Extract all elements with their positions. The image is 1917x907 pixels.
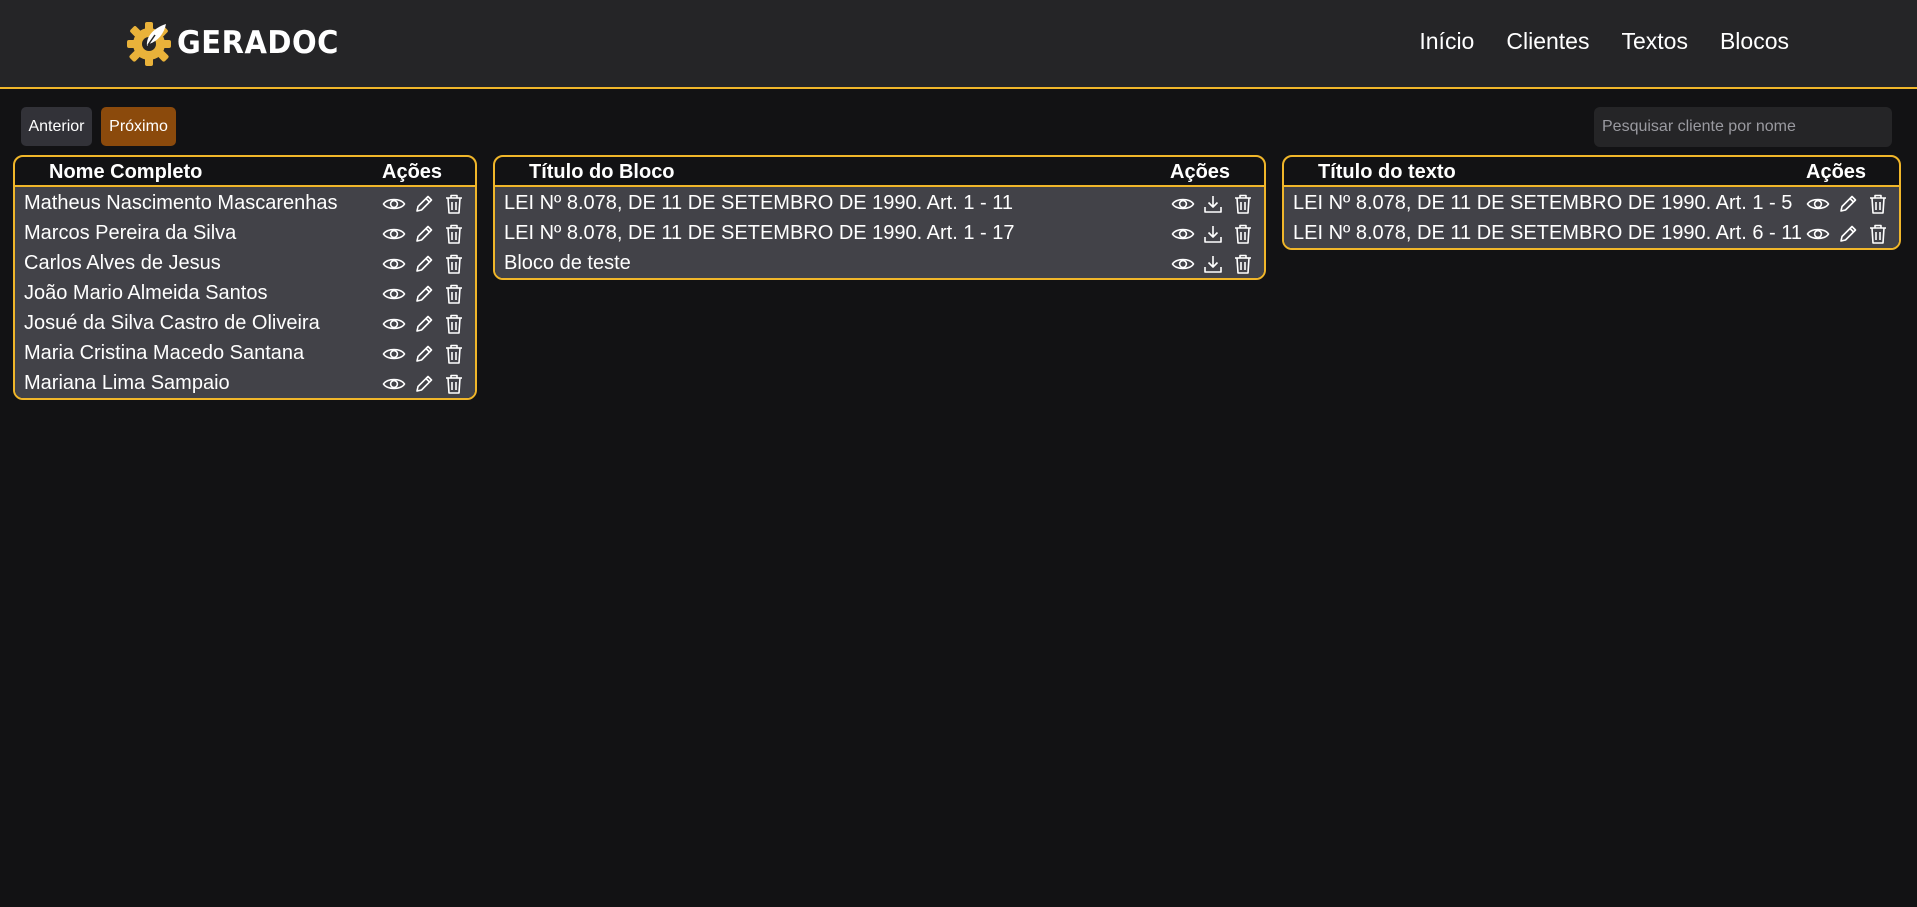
next-page-button[interactable]: Próximo [101, 107, 176, 146]
row-actions [1806, 188, 1899, 215]
eye-icon[interactable] [1806, 193, 1830, 215]
row-actions [382, 308, 475, 335]
eye-icon[interactable] [1171, 223, 1195, 245]
column-header-block-title: Título do Bloco [529, 161, 675, 183]
logo[interactable]: GERADOC [124, 16, 339, 68]
eye-icon[interactable] [382, 343, 406, 365]
nav-clientes[interactable]: Clientes [1506, 28, 1589, 55]
trash-icon[interactable] [442, 193, 466, 215]
eye-icon[interactable] [382, 223, 406, 245]
row-title: LEI Nº 8.078, DE 11 DE SETEMBRO DE 1990.… [1293, 222, 1803, 244]
pencil-icon[interactable] [412, 193, 436, 215]
client-name: Mariana Lima Sampaio [24, 372, 230, 394]
row-actions [382, 248, 475, 275]
table-row: Bloco de teste [495, 248, 1264, 278]
nav-inicio[interactable]: Início [1419, 28, 1474, 55]
previous-page-button[interactable]: Anterior [21, 107, 92, 146]
texts-table: Título do texto Ações LEI Nº 8.078, DE 1… [1282, 155, 1901, 250]
row-actions [1171, 248, 1264, 275]
clients-table: Nome Completo Ações Matheus Nascimento M… [13, 155, 477, 400]
client-name: Marcos Pereira da Silva [24, 222, 237, 244]
table-row: Maria Cristina Macedo Santana [15, 338, 475, 368]
table-body: LEI Nº 8.078, DE 11 DE SETEMBRO DE 1990.… [1284, 187, 1899, 248]
table-body: Matheus Nascimento Mascarenhas Marcos Per… [15, 187, 475, 398]
download-icon[interactable] [1201, 253, 1225, 275]
top-navbar: GERADOC Início Clientes Textos Blocos [0, 0, 1917, 89]
trash-icon[interactable] [442, 343, 466, 365]
table-row: Matheus Nascimento Mascarenhas [15, 188, 475, 218]
pencil-icon[interactable] [412, 223, 436, 245]
pencil-icon[interactable] [412, 283, 436, 305]
trash-icon[interactable] [442, 223, 466, 245]
table-row: LEI Nº 8.078, DE 11 DE SETEMBRO DE 1990.… [1284, 188, 1899, 218]
table-row: Carlos Alves de Jesus [15, 248, 475, 278]
row-actions [382, 188, 475, 215]
table-row: LEI Nº 8.078, DE 11 DE SETEMBRO DE 1990.… [495, 188, 1264, 218]
pencil-icon[interactable] [412, 343, 436, 365]
row-actions [1171, 218, 1264, 245]
trash-icon[interactable] [442, 313, 466, 335]
logo-text: GERADOC [177, 23, 339, 61]
trash-icon[interactable] [1231, 223, 1255, 245]
eye-icon[interactable] [1171, 253, 1195, 275]
pencil-icon[interactable] [1836, 223, 1860, 245]
column-header-actions: Ações [1806, 161, 1867, 183]
table-row: LEI Nº 8.078, DE 11 DE SETEMBRO DE 1990.… [495, 218, 1264, 248]
eye-icon[interactable] [1806, 223, 1830, 245]
eye-icon[interactable] [382, 283, 406, 305]
table-body: LEI Nº 8.078, DE 11 DE SETEMBRO DE 1990.… [495, 187, 1264, 278]
table-header: Título do texto Ações [1284, 157, 1899, 187]
column-header-actions: Ações [1170, 161, 1231, 183]
client-name: Matheus Nascimento Mascarenhas [24, 192, 338, 214]
blocks-table: Título do Bloco Ações LEI Nº 8.078, DE 1… [493, 155, 1266, 280]
table-row: LEI Nº 8.078, DE 11 DE SETEMBRO DE 1990.… [1284, 218, 1899, 248]
column-header-text-title: Título do texto [1318, 161, 1456, 183]
table-header: Nome Completo Ações [15, 157, 475, 187]
row-actions [1806, 218, 1899, 245]
column-header-name: Nome Completo [49, 161, 203, 183]
trash-icon[interactable] [442, 253, 466, 275]
row-title: Bloco de teste [504, 252, 631, 274]
pencil-icon[interactable] [412, 373, 436, 395]
eye-icon[interactable] [1171, 193, 1195, 215]
eye-icon[interactable] [382, 313, 406, 335]
table-row: Mariana Lima Sampaio [15, 368, 475, 398]
row-title: LEI Nº 8.078, DE 11 DE SETEMBRO DE 1990.… [1293, 192, 1793, 214]
row-actions [1171, 188, 1264, 215]
client-search-input[interactable] [1594, 107, 1892, 147]
eye-icon[interactable] [382, 253, 406, 275]
row-actions [382, 218, 475, 245]
nav-textos[interactable]: Textos [1621, 28, 1687, 55]
trash-icon[interactable] [1866, 223, 1890, 245]
trash-icon[interactable] [1231, 193, 1255, 215]
client-name: João Mario Almeida Santos [24, 282, 268, 304]
eye-icon[interactable] [382, 373, 406, 395]
row-title: LEI Nº 8.078, DE 11 DE SETEMBRO DE 1990.… [504, 192, 1014, 214]
eye-icon[interactable] [382, 193, 406, 215]
table-row: Josué da Silva Castro de Oliveira [15, 308, 475, 338]
nav-blocos[interactable]: Blocos [1720, 28, 1789, 55]
pencil-icon[interactable] [412, 253, 436, 275]
main-nav: Início Clientes Textos Blocos [1419, 28, 1789, 55]
pencil-icon[interactable] [412, 313, 436, 335]
table-header: Título do Bloco Ações [495, 157, 1264, 187]
column-header-actions: Ações [382, 161, 443, 183]
client-name: Carlos Alves de Jesus [24, 252, 221, 274]
trash-icon[interactable] [442, 373, 466, 395]
table-row: João Mario Almeida Santos [15, 278, 475, 308]
row-title: LEI Nº 8.078, DE 11 DE SETEMBRO DE 1990.… [504, 222, 1015, 244]
pencil-icon[interactable] [1836, 193, 1860, 215]
download-icon[interactable] [1201, 193, 1225, 215]
gear-leaf-logo-icon [127, 22, 171, 66]
download-icon[interactable] [1201, 223, 1225, 245]
table-row: Marcos Pereira da Silva [15, 218, 475, 248]
row-actions [382, 338, 475, 365]
row-actions [382, 368, 475, 395]
client-name: Maria Cristina Macedo Santana [24, 342, 305, 364]
trash-icon[interactable] [1866, 193, 1890, 215]
client-name: Josué da Silva Castro de Oliveira [24, 312, 320, 334]
row-actions [382, 278, 475, 305]
trash-icon[interactable] [1231, 253, 1255, 275]
trash-icon[interactable] [442, 283, 466, 305]
